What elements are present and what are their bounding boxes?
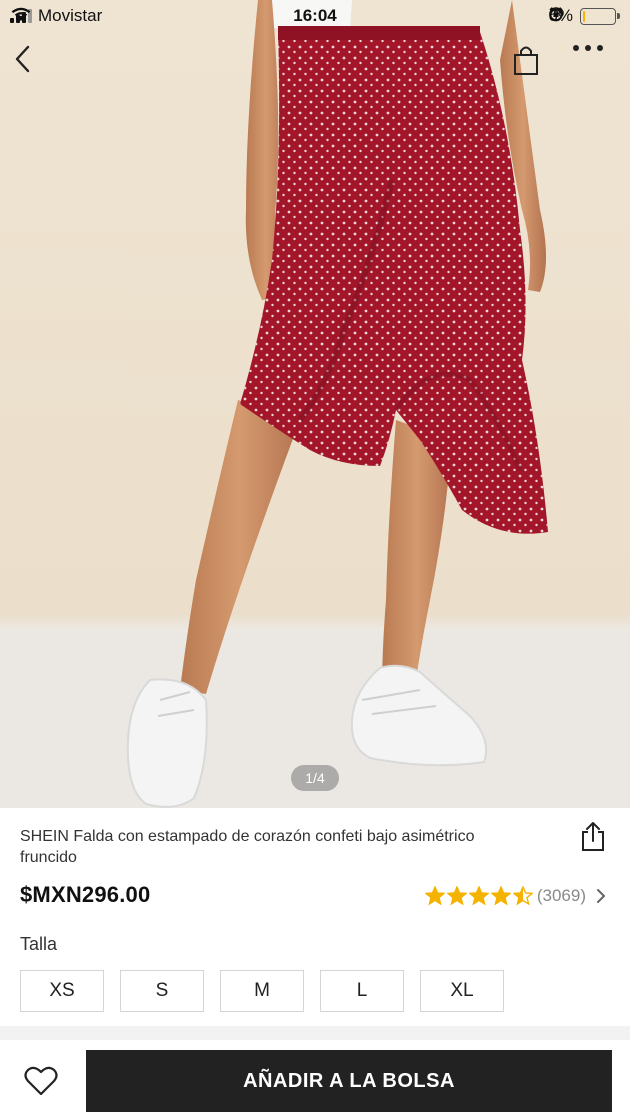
skirt-photo [0, 0, 630, 808]
star-full-icon [424, 886, 445, 906]
size-option-m[interactable]: M [220, 970, 304, 1012]
size-option-l[interactable]: L [320, 970, 404, 1012]
battery-fill [583, 10, 586, 22]
size-option-xs[interactable]: XS [20, 970, 104, 1012]
size-options: XS S M L XL [20, 970, 504, 1012]
more-dots-icon [573, 45, 603, 51]
star-full-icon [468, 886, 489, 906]
size-option-xl[interactable]: XL [420, 970, 504, 1012]
star-full-icon [490, 886, 511, 906]
battery-icon [580, 7, 620, 25]
wishlist-button[interactable] [14, 1052, 68, 1110]
product-image[interactable]: Movistar 16:04 6% 1/4 [0, 0, 630, 808]
heart-icon [24, 1066, 58, 1096]
status-bar: Movistar 16:04 6% [0, 0, 630, 34]
share-button[interactable] [575, 818, 611, 854]
product-title: SHEIN Falda con estampado de corazón con… [20, 828, 475, 866]
gallery-page-indicator: 1/4 [291, 765, 339, 791]
size-label: Talla [20, 934, 58, 954]
rating-stars [424, 886, 533, 906]
chevron-right-icon [597, 889, 605, 903]
alarm-icon [549, 7, 564, 22]
section-divider [0, 1026, 630, 1040]
share-icon [582, 822, 604, 851]
product-rating[interactable]: (3069) [424, 882, 608, 910]
star-full-icon [446, 886, 467, 906]
add-to-bag-button[interactable]: AÑADIR A LA BOLSA [86, 1050, 612, 1112]
review-count: (3069) [536, 886, 586, 905]
back-button[interactable] [12, 44, 56, 88]
status-time: 16:04 [293, 6, 337, 25]
chevron-left-icon [15, 45, 30, 73]
more-options-button[interactable] [572, 44, 620, 88]
product-price: $MXN296.00 [20, 882, 151, 907]
bag-button[interactable] [512, 44, 558, 88]
star-half-icon [512, 886, 533, 906]
status-right: 6% [548, 6, 620, 26]
size-option-s[interactable]: S [120, 970, 204, 1012]
shopping-bag-icon [514, 46, 538, 75]
